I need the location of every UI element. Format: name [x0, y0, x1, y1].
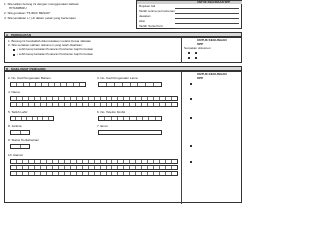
gender-field[interactable] — [10, 130, 30, 135]
marital-label: 9. Status Perkahwinan — [8, 138, 39, 142]
instruction-1b: HITAM/BIRU — [9, 6, 27, 10]
name-check[interactable] — [190, 98, 193, 101]
doc-checkbox-1[interactable] — [13, 48, 16, 51]
email-label: 7. Emel — [97, 124, 108, 128]
address-check[interactable] — [190, 161, 193, 164]
office-field-4: Aksi — [139, 19, 145, 23]
ic-new-field[interactable] — [10, 82, 86, 87]
office-field-1: Rujukan fail — [139, 4, 156, 8]
ic-new-label: 2. No. Kad Pengenalan Baharu — [8, 76, 51, 80]
office-use-header: UNTUK KEGUNAAN SPP — [197, 0, 231, 4]
instruction-2: 2. Sila gunakan "HURUF BESAR" — [4, 11, 51, 15]
phone-field[interactable] — [98, 116, 162, 121]
address-label: 10. Alamat — [8, 153, 23, 157]
office-field-2: Tarikh terima permohonan — [139, 9, 175, 13]
section-a-body: 1. Borang ini hendaklah dikemukakan mela… — [4, 37, 242, 63]
address-field-row-1[interactable] — [10, 159, 178, 164]
marital-field[interactable] — [10, 144, 30, 149]
email-field[interactable] — [98, 130, 162, 135]
birth-date-field[interactable] — [10, 116, 54, 121]
address-field-row-2[interactable] — [10, 165, 178, 170]
section-a-sub-1: • Lebih kerap berkaitan Peraturan Pember… — [17, 47, 94, 51]
office-check-1[interactable] — [188, 52, 191, 55]
office-field-5: Tarikh Surat Kuiri — [139, 24, 163, 28]
name-field-row-1[interactable] — [10, 96, 178, 101]
office-use-box: UNTUK KEGUNAAN SPP Rujukan fail Tarikh t… — [136, 0, 242, 29]
office-field-3: Jawatan — [139, 14, 151, 18]
name-field-row-2[interactable] — [10, 102, 178, 107]
office-check-2[interactable] — [195, 52, 198, 55]
ic-old-label: 3. No. Kad Pengenalan Lama — [97, 76, 138, 80]
marital-check[interactable] — [190, 145, 193, 148]
ic-check[interactable] — [190, 83, 193, 86]
office-check-4[interactable] — [195, 57, 198, 60]
birth-check[interactable] — [190, 117, 193, 120]
name-label: 4. Nama — [8, 90, 20, 94]
gender-label: 8. Jantina — [8, 124, 22, 128]
doc-checkbox-2[interactable] — [13, 53, 16, 56]
section-b-office-header-2: SPP — [197, 76, 204, 80]
section-a-sub-2: • Lebih kerap berkaitan Peraturan Pember… — [17, 52, 94, 56]
address-field-row-3[interactable] — [10, 171, 178, 176]
instruction-3: 3. Sila tandakan (✓) di dalam petak yang… — [4, 16, 76, 20]
phone-label: 6. No. Telefon bimbit — [97, 110, 126, 114]
section-a-office-text: Semakan dokumen — [184, 46, 211, 50]
birth-date-label: 5. Tarikh Lahir — [8, 110, 28, 114]
section-b-body: UNTUK KEGUNAAN SPP 2. No. Kad Pengenalan… — [4, 71, 242, 204]
office-check-3[interactable] — [188, 57, 191, 60]
ic-old-field[interactable] — [98, 82, 162, 87]
